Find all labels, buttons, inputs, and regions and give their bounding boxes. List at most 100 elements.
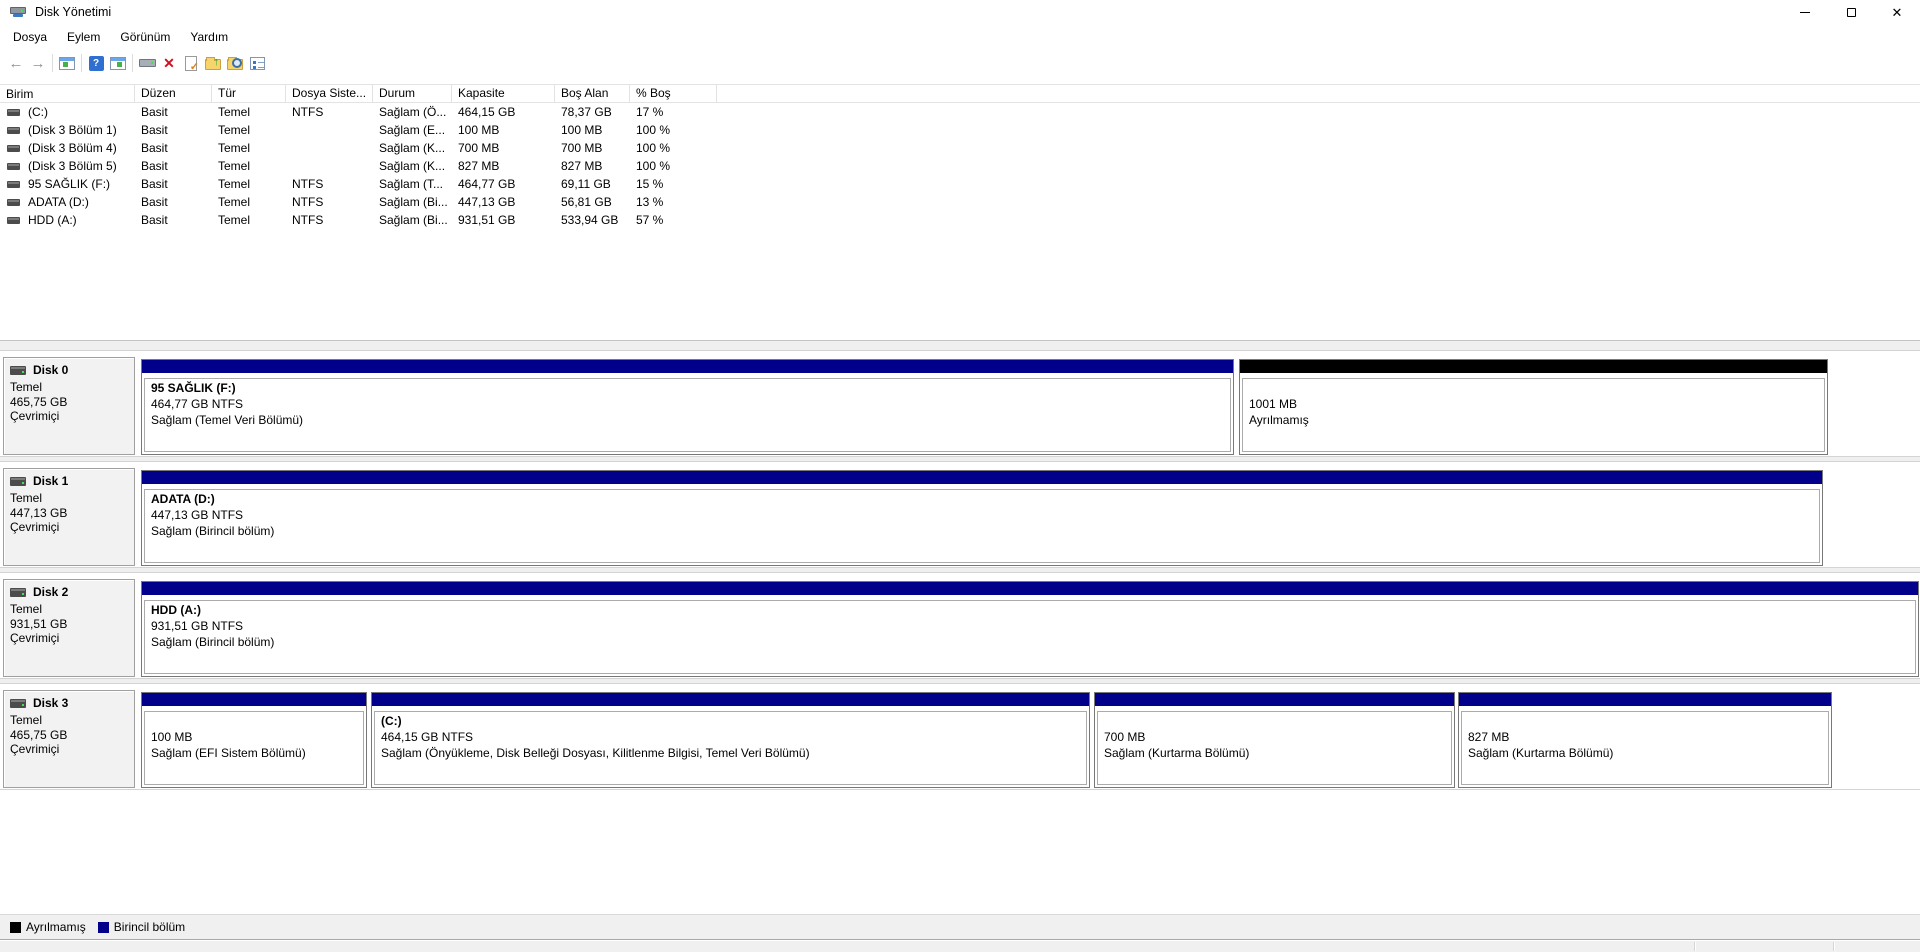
partition-c[interactable]: (C:) 464,15 GB NTFS Sağlam (Önyükleme, D… bbox=[371, 692, 1090, 788]
check-document-button[interactable] bbox=[180, 52, 202, 74]
partition-size: 827 MB bbox=[1468, 730, 1510, 744]
column-header-status[interactable]: Durum bbox=[373, 84, 452, 103]
help-button[interactable]: ? bbox=[85, 52, 107, 74]
menu-view[interactable]: Görünüm bbox=[110, 26, 180, 48]
folder-add-icon bbox=[205, 56, 221, 70]
volume-capacity: 100 MB bbox=[458, 123, 500, 137]
volume-row-hdd-a[interactable]: HDD (A:) Basit Temel NTFS Sağlam (Bi... … bbox=[0, 211, 1920, 229]
volume-row-disk3-p5[interactable]: (Disk 3 Bölüm 5) Basit Temel Sağlam (K..… bbox=[0, 157, 1920, 175]
column-header-type[interactable]: Tür bbox=[212, 84, 286, 103]
back-button[interactable]: ← bbox=[5, 52, 27, 74]
disk-3-header[interactable]: Disk 3 Temel 465,75 GB Çevrimiçi bbox=[3, 690, 135, 788]
volume-type: Temel bbox=[218, 123, 251, 137]
action-pane-icon bbox=[110, 56, 126, 70]
disk-label: Disk 0 bbox=[33, 363, 69, 377]
column-header-filesystem[interactable]: Dosya Siste... bbox=[286, 84, 373, 103]
volume-layout: Basit bbox=[141, 105, 168, 119]
partition-size: 700 MB bbox=[1104, 730, 1146, 744]
folder-search-button[interactable] bbox=[224, 52, 246, 74]
menu-bar: Dosya Eylem Görünüm Yardım bbox=[0, 24, 1920, 50]
volume-row-saglik-f[interactable]: 95 SAĞLIK (F:) Basit Temel NTFS Sağlam (… bbox=[0, 175, 1920, 193]
volume-status: Sağlam (Bi... bbox=[379, 213, 448, 227]
volume-filesystem: NTFS bbox=[292, 195, 324, 209]
volume-row-disk3-p4[interactable]: (Disk 3 Bölüm 4) Basit Temel Sağlam (K..… bbox=[0, 139, 1920, 157]
column-header-layout[interactable]: Düzen bbox=[135, 84, 212, 103]
menu-action[interactable]: Eylem bbox=[57, 26, 110, 48]
volume-name: (Disk 3 Bölüm 1) bbox=[28, 123, 117, 137]
partition-color-band bbox=[1240, 360, 1827, 373]
drive-tool-button[interactable] bbox=[136, 52, 158, 74]
column-header-free[interactable]: Boş Alan bbox=[555, 84, 630, 103]
disk-1-header[interactable]: Disk 1 Temel 447,13 GB Çevrimiçi bbox=[3, 468, 135, 566]
partition-status: Sağlam (Kurtarma Bölümü) bbox=[1468, 746, 1614, 760]
legend-label: Birincil bölüm bbox=[113, 920, 186, 934]
volume-capacity: 447,13 GB bbox=[458, 195, 516, 209]
partition-status: Sağlam (Kurtarma Bölümü) bbox=[1104, 746, 1250, 760]
partition-hdd-a[interactable]: HDD (A:) 931,51 GB NTFS Sağlam (Birincil… bbox=[141, 581, 1919, 677]
volume-status: Sağlam (T... bbox=[379, 177, 444, 191]
column-header-capacity[interactable]: Kapasite bbox=[452, 84, 555, 103]
disk-2-header[interactable]: Disk 2 Temel 931,51 GB Çevrimiçi bbox=[3, 579, 135, 677]
maximize-button[interactable] bbox=[1828, 0, 1874, 24]
volume-row-adata-d[interactable]: ADATA (D:) Basit Temel NTFS Sağlam (Bi..… bbox=[0, 193, 1920, 211]
menu-help[interactable]: Yardım bbox=[180, 26, 238, 48]
volume-layout: Basit bbox=[141, 123, 168, 137]
close-button[interactable]: ✕ bbox=[1874, 0, 1920, 24]
menu-file[interactable]: Dosya bbox=[3, 26, 57, 48]
disk-label: Disk 3 bbox=[33, 696, 69, 710]
volume-name: HDD (A:) bbox=[28, 213, 77, 227]
toolbar: ← → ? ✕ bbox=[0, 50, 1920, 76]
volume-layout: Basit bbox=[141, 213, 168, 227]
volume-status: Sağlam (Ö... bbox=[379, 105, 447, 119]
volume-name: 95 SAĞLIK (F:) bbox=[28, 177, 111, 191]
column-header-pctfree[interactable]: % Boş bbox=[630, 84, 717, 103]
volume-pctfree: 100 % bbox=[636, 159, 671, 173]
folder-add-button[interactable] bbox=[202, 52, 224, 74]
column-header-volume[interactable]: Birim bbox=[0, 84, 135, 103]
volume-status: Sağlam (K... bbox=[379, 141, 446, 155]
delete-volume-button[interactable]: ✕ bbox=[158, 52, 180, 74]
partition-recovery-827[interactable]: 827 MB Sağlam (Kurtarma Bölümü) bbox=[1458, 692, 1832, 788]
volume-icon bbox=[7, 198, 20, 206]
disk-status: Çevrimiçi bbox=[10, 409, 60, 423]
minimize-icon bbox=[1800, 11, 1810, 13]
check-document-icon bbox=[185, 55, 199, 73]
partition-color-band bbox=[1459, 693, 1831, 706]
volume-pctfree: 100 % bbox=[636, 141, 671, 155]
partition-size: 464,15 GB NTFS bbox=[381, 730, 474, 744]
partition-status: Sağlam (Birincil bölüm) bbox=[151, 635, 275, 649]
volume-list-header: Birim Düzen Tür Dosya Siste... Durum Kap… bbox=[0, 84, 1920, 103]
volume-layout: Basit bbox=[141, 177, 168, 191]
volume-name: (C:) bbox=[28, 105, 48, 119]
partition-adata-d[interactable]: ADATA (D:) 447,13 GB NTFS Sağlam (Birinc… bbox=[141, 470, 1823, 566]
volume-name: ADATA (D:) bbox=[28, 195, 89, 209]
show-console-tree-button[interactable] bbox=[56, 52, 78, 74]
partition-efi[interactable]: 100 MB Sağlam (EFI Sistem Bölümü) bbox=[141, 692, 367, 788]
disk-size: 931,51 GB bbox=[10, 616, 68, 631]
partition-unallocated[interactable]: 1001 MB Ayrılmamış bbox=[1239, 359, 1828, 455]
volume-pctfree: 15 % bbox=[636, 177, 664, 191]
partition-title: ADATA (D:) bbox=[151, 492, 215, 506]
volume-row-disk3-p1[interactable]: (Disk 3 Bölüm 1) Basit Temel Sağlam (E..… bbox=[0, 121, 1920, 139]
volume-icon bbox=[7, 216, 20, 224]
disk-icon bbox=[10, 365, 26, 375]
volume-filesystem bbox=[286, 157, 373, 175]
disk-status: Çevrimiçi bbox=[10, 742, 60, 756]
legend-bar: Ayrılmamış Birincil bölüm bbox=[0, 914, 1920, 939]
volume-name: (Disk 3 Bölüm 5) bbox=[28, 159, 117, 173]
volume-status: Sağlam (E... bbox=[379, 123, 446, 137]
volume-type: Temel bbox=[218, 159, 251, 173]
forward-button[interactable]: → bbox=[27, 52, 49, 74]
volume-capacity: 827 MB bbox=[458, 159, 500, 173]
properties-button[interactable] bbox=[246, 52, 268, 74]
show-action-pane-button[interactable] bbox=[107, 52, 129, 74]
partition-title bbox=[1104, 714, 1447, 730]
volume-icon bbox=[7, 144, 20, 152]
volume-layout: Basit bbox=[141, 195, 168, 209]
partition-recovery-700[interactable]: 700 MB Sağlam (Kurtarma Bölümü) bbox=[1094, 692, 1455, 788]
disk-0-header[interactable]: Disk 0 Temel 465,75 GB Çevrimiçi bbox=[3, 357, 135, 455]
partition-title bbox=[1249, 381, 1820, 397]
partition-saglik-f[interactable]: 95 SAĞLIK (F:) 464,77 GB NTFS Sağlam (Te… bbox=[141, 359, 1234, 455]
volume-row-c[interactable]: (C:) Basit Temel NTFS Sağlam (Ö... 464,1… bbox=[0, 103, 1920, 121]
minimize-button[interactable] bbox=[1782, 0, 1828, 24]
